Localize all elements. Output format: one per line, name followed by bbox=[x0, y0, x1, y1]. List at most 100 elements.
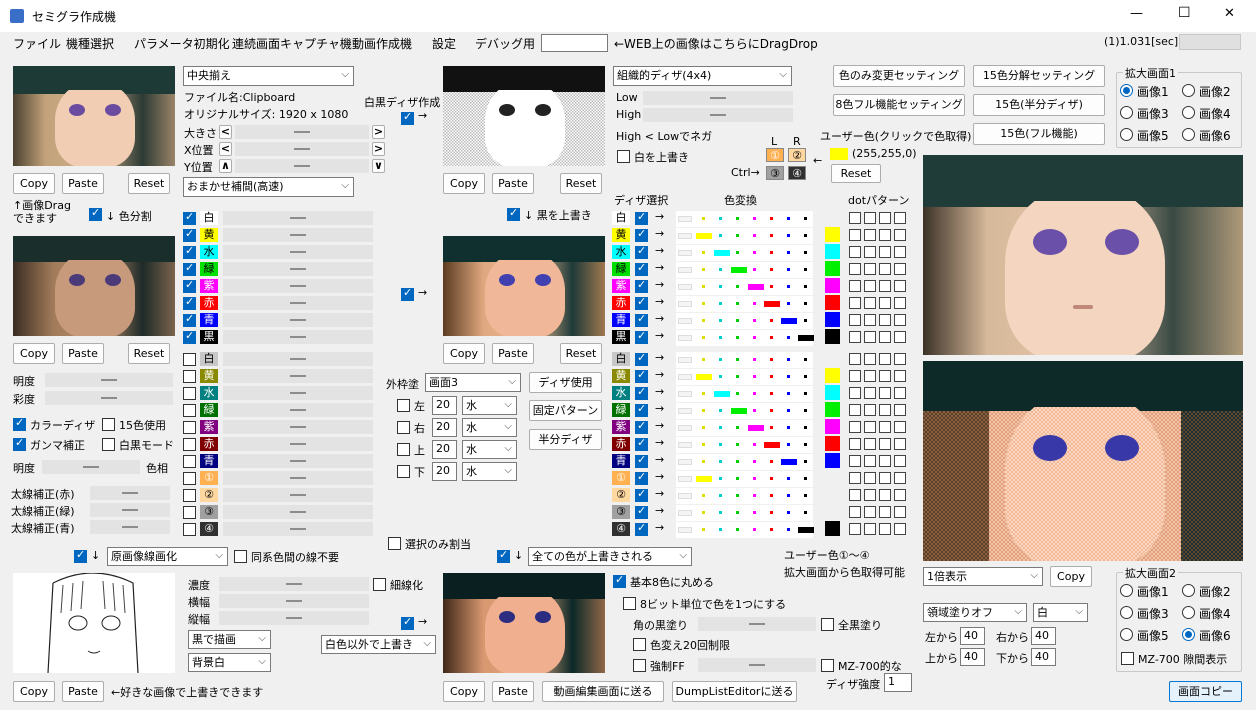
size-slider[interactable] bbox=[235, 125, 369, 139]
dot-pattern-cell[interactable] bbox=[864, 370, 876, 382]
gamma-checkbox[interactable] bbox=[13, 436, 26, 451]
mz700-gap-checkbox[interactable] bbox=[1121, 652, 1134, 665]
screen-copy-button[interactable]: 画面コピー bbox=[1169, 681, 1242, 702]
outer-right-color[interactable]: 水 bbox=[462, 418, 517, 437]
dither-use-button[interactable]: ディザ使用 bbox=[529, 372, 602, 393]
palette-slider[interactable] bbox=[223, 505, 373, 519]
source-paste-button[interactable]: Paste bbox=[62, 173, 104, 194]
fill-color-combo[interactable]: 白 bbox=[1033, 603, 1088, 622]
vwidth-slider[interactable] bbox=[219, 611, 369, 625]
color-dither-checkbox[interactable] bbox=[13, 416, 26, 431]
source-copy-button[interactable]: Copy bbox=[13, 173, 55, 194]
menu-debug[interactable]: デバッグ用 bbox=[475, 35, 535, 52]
menu-param-init[interactable]: パラメータ初期化 bbox=[134, 35, 230, 52]
zoom2-radio[interactable] bbox=[1182, 606, 1195, 619]
dot-pattern-cell[interactable] bbox=[864, 438, 876, 450]
ypos-down-button[interactable]: ∨ bbox=[372, 159, 385, 173]
dot-pattern-cell[interactable] bbox=[894, 421, 906, 433]
low-slider[interactable] bbox=[643, 91, 793, 105]
same-line-checkbox[interactable] bbox=[234, 550, 247, 563]
palette-slider[interactable] bbox=[223, 330, 373, 344]
color-split-checkbox[interactable] bbox=[89, 206, 102, 221]
user-reset-button[interactable]: Reset bbox=[831, 164, 881, 183]
dot-pattern-cell[interactable] bbox=[879, 331, 891, 343]
zoom-copy-button[interactable]: Copy bbox=[1050, 566, 1092, 587]
lineart-checkbox[interactable] bbox=[74, 548, 87, 563]
outer-bottom-input[interactable]: 20 bbox=[432, 462, 457, 481]
mono-reset-button[interactable]: Reset bbox=[560, 173, 602, 194]
dot-pattern-cell[interactable] bbox=[879, 523, 891, 535]
zoom1-image[interactable] bbox=[923, 155, 1243, 355]
color-conversion-row[interactable] bbox=[676, 245, 813, 261]
dot-pattern-cell[interactable] bbox=[864, 455, 876, 467]
palette-slider[interactable] bbox=[223, 245, 373, 259]
dither-select-checkbox[interactable] bbox=[635, 385, 648, 400]
dither-select-checkbox[interactable] bbox=[635, 261, 648, 276]
user-color-3[interactable]: ③ bbox=[766, 166, 784, 180]
nonwhite-checkbox[interactable] bbox=[401, 615, 414, 630]
zoom1-radio[interactable] bbox=[1120, 84, 1133, 97]
saturation-slider[interactable] bbox=[45, 391, 173, 405]
color-conversion-row[interactable] bbox=[676, 488, 813, 504]
user-color-2[interactable]: ② bbox=[788, 148, 806, 162]
final-image[interactable] bbox=[443, 573, 605, 673]
dot-pattern-cell[interactable] bbox=[864, 331, 876, 343]
dot-pattern-cell[interactable] bbox=[879, 506, 891, 518]
palette-slider[interactable] bbox=[223, 471, 373, 485]
final-copy-button[interactable]: Copy bbox=[443, 681, 485, 702]
palette-slider[interactable] bbox=[223, 262, 373, 276]
palette-checkbox[interactable] bbox=[183, 295, 196, 310]
dot-pattern-cell[interactable] bbox=[849, 263, 861, 275]
source-image[interactable] bbox=[13, 66, 175, 166]
color-conversion-row[interactable] bbox=[676, 262, 813, 278]
user-color-swatch[interactable] bbox=[830, 148, 848, 160]
outer-top-checkbox[interactable] bbox=[397, 443, 410, 456]
round8-checkbox[interactable] bbox=[613, 573, 626, 588]
ypos-up-button[interactable]: ∧ bbox=[219, 159, 232, 173]
split-paste-button[interactable]: Paste bbox=[62, 343, 104, 364]
dot-pattern-cell[interactable] bbox=[849, 331, 861, 343]
palette-checkbox[interactable] bbox=[183, 227, 196, 242]
dot-pattern-cell[interactable] bbox=[894, 263, 906, 275]
zoom2-radio[interactable] bbox=[1182, 584, 1195, 597]
dither-select-checkbox[interactable] bbox=[635, 504, 648, 519]
outer-left-color[interactable]: 水 bbox=[462, 396, 517, 415]
color-conversion-row[interactable] bbox=[676, 279, 813, 295]
zoom2-radio[interactable] bbox=[1120, 606, 1133, 619]
white-over-checkbox[interactable] bbox=[617, 150, 630, 163]
dot-pattern-cell[interactable] bbox=[864, 353, 876, 365]
scale-combo[interactable]: 1倍表示 bbox=[923, 567, 1043, 586]
thick-red-slider[interactable] bbox=[90, 486, 170, 500]
from-left-input[interactable]: 40 bbox=[960, 627, 985, 645]
dot-pattern-cell[interactable] bbox=[849, 387, 861, 399]
zoom1-radio[interactable] bbox=[1120, 106, 1133, 119]
menu-capture[interactable]: 連続画面キャプチャ機 bbox=[232, 35, 352, 52]
preset-15-half[interactable]: 15色(半分ディザ) bbox=[973, 94, 1105, 116]
fill-combo[interactable]: 領域塗りオフ bbox=[923, 603, 1027, 622]
dot-pattern-cell[interactable] bbox=[879, 229, 891, 241]
dot-pattern-cell[interactable] bbox=[894, 246, 906, 258]
color-conversion-row[interactable] bbox=[676, 454, 813, 470]
dot-pattern-cell[interactable] bbox=[879, 314, 891, 326]
color-conversion-row[interactable] bbox=[676, 330, 814, 346]
color-result-image[interactable] bbox=[443, 236, 605, 336]
dot-pattern-cell[interactable] bbox=[864, 523, 876, 535]
dot-pattern-cell[interactable] bbox=[879, 246, 891, 258]
palette-checkbox[interactable] bbox=[183, 455, 196, 468]
minimize-button[interactable]: — bbox=[1130, 6, 1143, 21]
brightness-slider[interactable] bbox=[45, 373, 173, 387]
menu-file[interactable]: ファイル bbox=[13, 35, 61, 52]
color-conversion-row[interactable] bbox=[676, 403, 813, 419]
dot-pattern-cell[interactable] bbox=[864, 506, 876, 518]
hue-slider[interactable] bbox=[42, 460, 140, 474]
zoom2-radio[interactable] bbox=[1182, 628, 1195, 641]
user-color-4[interactable]: ④ bbox=[788, 166, 806, 180]
palette-slider[interactable] bbox=[223, 352, 373, 366]
dot-pattern-cell[interactable] bbox=[894, 314, 906, 326]
palette-checkbox[interactable] bbox=[183, 489, 196, 502]
palette-checkbox[interactable] bbox=[183, 329, 196, 344]
dot-pattern-cell[interactable] bbox=[864, 280, 876, 292]
palette-checkbox[interactable] bbox=[183, 261, 196, 276]
color-conversion-row[interactable] bbox=[676, 437, 813, 453]
palette-checkbox[interactable] bbox=[183, 387, 196, 400]
